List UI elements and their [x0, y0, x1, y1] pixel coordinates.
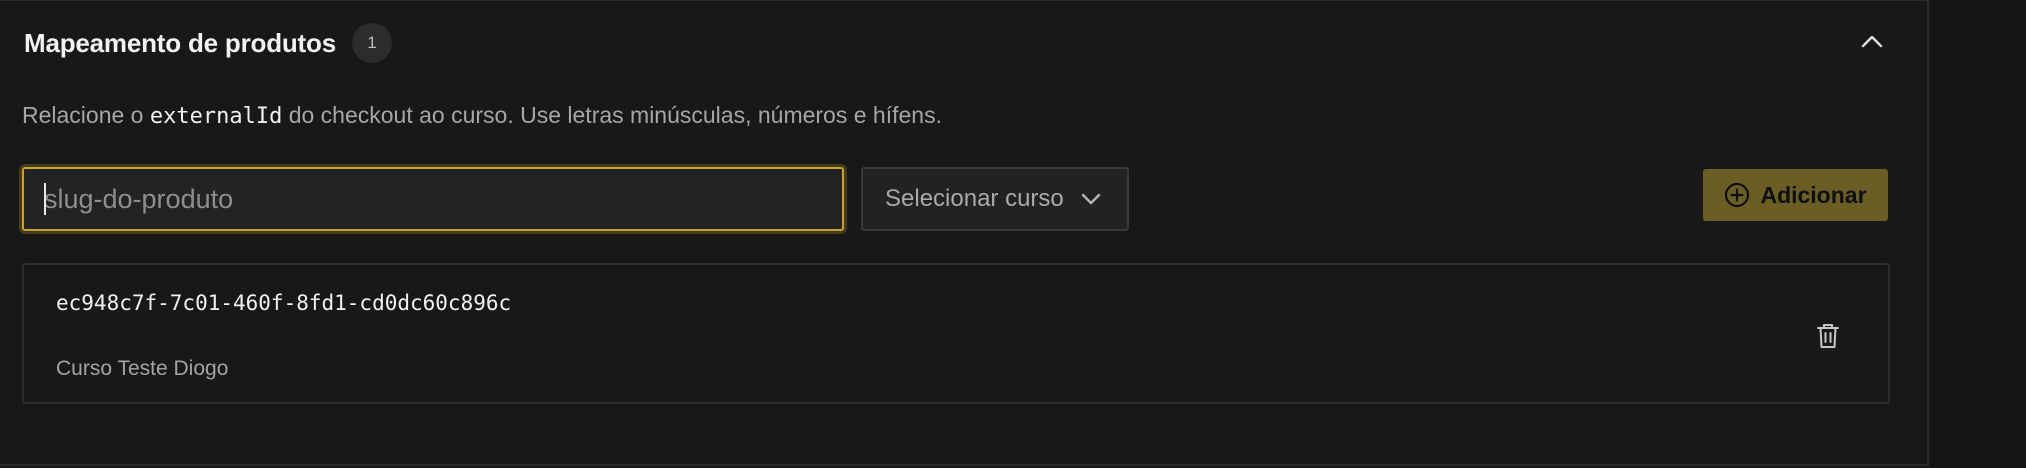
external-id-code: externalId — [149, 104, 283, 129]
course-select-label: Selecionar curso — [885, 185, 1064, 212]
product-mapping-panel: Mapeamento de produtos 1 Relacione o ext… — [0, 0, 1929, 466]
slug-input[interactable] — [22, 167, 844, 231]
course-select[interactable]: Selecionar curso — [861, 167, 1129, 231]
add-button[interactable]: Adicionar — [1703, 169, 1888, 221]
section-description: Relacione o externalId do checkout ao cu… — [22, 102, 942, 129]
description-prefix: Relacione o — [22, 102, 150, 128]
trash-icon — [1817, 324, 1839, 348]
list-item: ec948c7f-7c01-460f-8fd1-cd0dc60c896c Cur… — [22, 263, 1890, 404]
add-button-label: Adicionar — [1760, 181, 1867, 208]
text-caret — [44, 183, 46, 215]
delete-mapping-button[interactable] — [1810, 318, 1846, 354]
section-header: Mapeamento de produtos 1 — [24, 23, 392, 63]
chevron-down-icon — [1080, 192, 1102, 206]
plus-circle-icon — [1724, 182, 1750, 208]
mapping-course-name: Curso Teste Diogo — [56, 357, 229, 380]
chevron-up-icon — [1861, 35, 1883, 48]
right-side-panel — [1931, 0, 2026, 468]
section-title: Mapeamento de produtos — [24, 27, 336, 58]
count-badge: 1 — [351, 23, 392, 63]
description-suffix: do checkout ao curso. Use letras minúscu… — [282, 102, 942, 128]
mapping-external-id: ec948c7f-7c01-460f-8fd1-cd0dc60c896c — [56, 291, 512, 315]
collapse-button[interactable] — [1852, 23, 1892, 59]
